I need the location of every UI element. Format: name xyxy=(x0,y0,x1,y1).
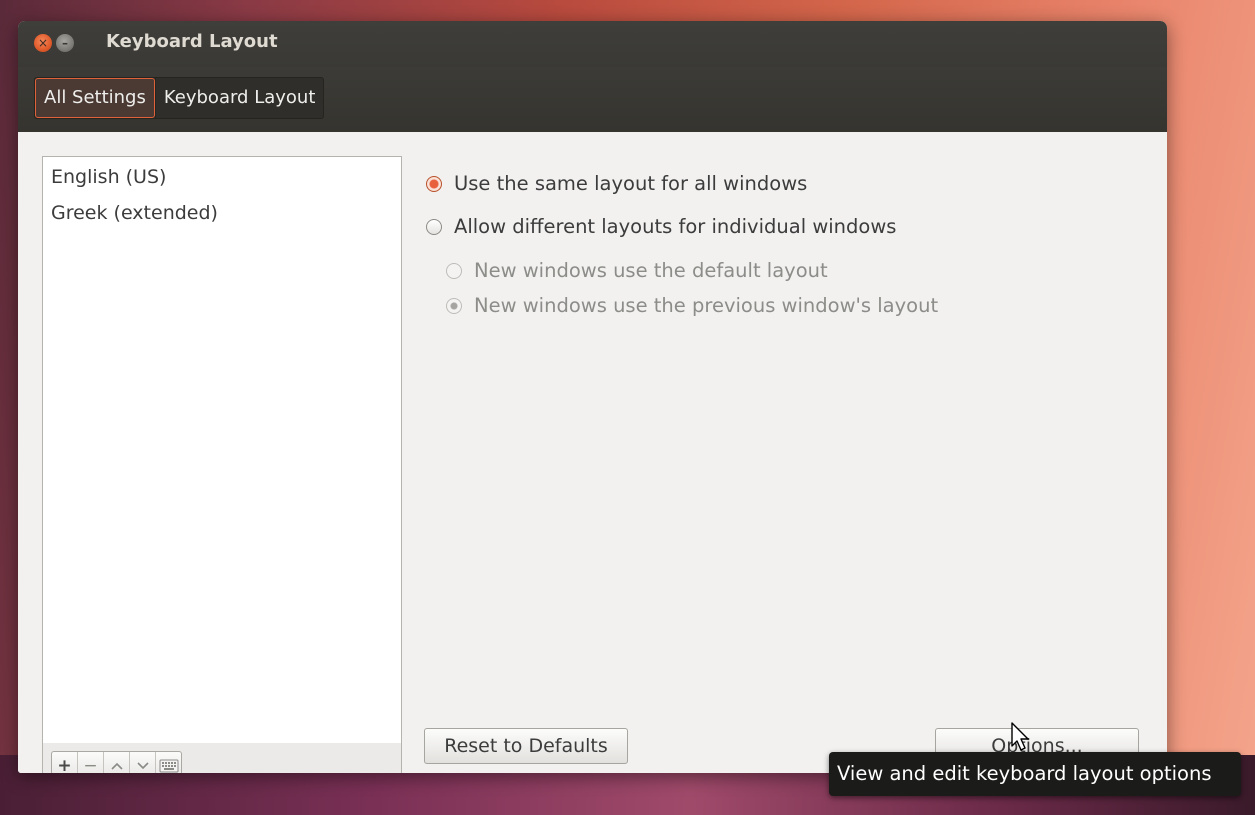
layout-list: English (US) Greek (extended) xyxy=(42,156,402,744)
minimize-icon: – xyxy=(62,36,68,50)
minimize-window-button[interactable]: – xyxy=(56,34,74,52)
breadcrumb-all-settings[interactable]: All Settings xyxy=(35,78,155,118)
mouse-cursor-icon xyxy=(1011,722,1029,751)
chevron-down-icon xyxy=(136,762,149,770)
layout-list-toolbar: + − xyxy=(42,743,402,773)
same-layout-label: Use the same layout for all windows xyxy=(454,172,808,195)
new-windows-previous-label: New windows use the previous window's la… xyxy=(474,294,939,317)
minus-icon: − xyxy=(83,756,98,773)
radio-button-disabled[interactable] xyxy=(446,262,462,279)
plus-icon: + xyxy=(57,756,72,773)
breadcrumb: All Settings Keyboard Layout xyxy=(34,77,325,119)
radio-button[interactable] xyxy=(426,218,442,235)
layout-list-item[interactable]: Greek (extended) xyxy=(43,195,401,231)
add-layout-button[interactable]: + xyxy=(52,752,77,773)
radio-button-checked[interactable] xyxy=(426,175,442,192)
radio-button-disabled-checked[interactable] xyxy=(446,297,462,314)
breadcrumb-keyboard-layout[interactable]: Keyboard Layout xyxy=(154,78,324,118)
options-tooltip: View and edit keyboard layout options xyxy=(829,752,1241,796)
layout-list-button-group: + − xyxy=(51,751,182,773)
reset-to-defaults-button[interactable]: Reset to Defaults xyxy=(424,728,628,764)
different-layouts-option[interactable]: Allow different layouts for individual w… xyxy=(426,215,896,238)
move-up-button[interactable] xyxy=(103,752,129,773)
keyboard-layout-window: × – Keyboard Layout All Settings Keyboar… xyxy=(18,21,1167,773)
remove-layout-button[interactable]: − xyxy=(77,752,103,773)
show-keyboard-layout-button[interactable] xyxy=(155,752,181,773)
keyboard-icon xyxy=(159,759,178,773)
same-layout-option[interactable]: Use the same layout for all windows xyxy=(426,172,807,195)
different-layouts-label: Allow different layouts for individual w… xyxy=(454,215,897,238)
breadcrumb-toolbar: All Settings Keyboard Layout xyxy=(18,67,1167,132)
main-content: English (US) Greek (extended) + − Use th… xyxy=(18,132,1167,773)
close-icon: × xyxy=(37,36,49,50)
move-down-button[interactable] xyxy=(129,752,155,773)
new-windows-previous-option[interactable]: New windows use the previous window's la… xyxy=(446,294,938,317)
title-bar: × – Keyboard Layout xyxy=(18,21,1167,67)
new-windows-default-label: New windows use the default layout xyxy=(474,259,828,282)
window-title: Keyboard Layout xyxy=(106,31,278,52)
new-windows-default-option[interactable]: New windows use the default layout xyxy=(446,259,828,282)
close-window-button[interactable]: × xyxy=(34,34,52,52)
chevron-up-icon xyxy=(110,762,123,770)
layout-list-item[interactable]: English (US) xyxy=(43,159,401,195)
